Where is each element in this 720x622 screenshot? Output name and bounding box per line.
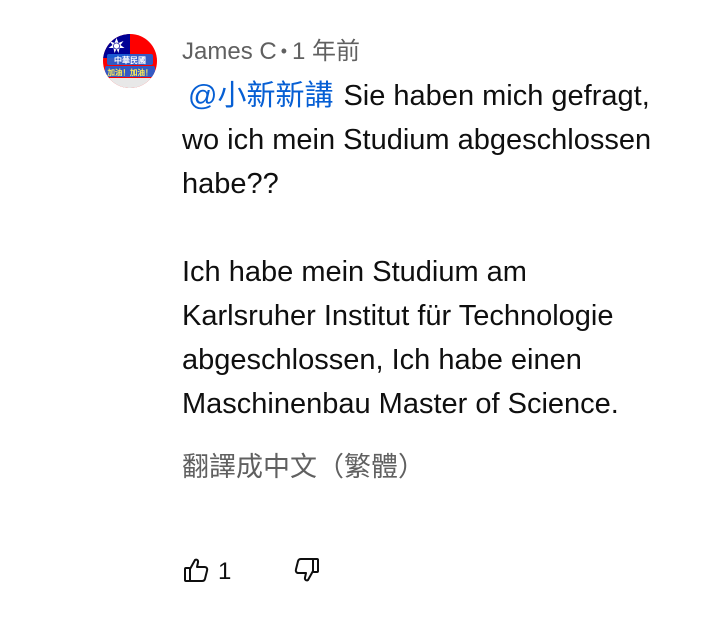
comment-line-3: habe?? xyxy=(182,168,279,200)
comment-line-7: Maschinenbau Master of Science. xyxy=(182,388,619,420)
avatar[interactable]: 中華民國 加油！加油！ xyxy=(103,34,157,88)
thumbs-down-icon xyxy=(293,556,321,589)
comment-line-2: wo ich mein Studium abgeschlossen xyxy=(182,124,652,156)
roc-flag-avatar-image: 中華民國 加油！加油！ xyxy=(103,34,157,88)
thumbs-up-icon xyxy=(182,556,210,589)
comment-line-1-text: Sie haben mich gefragt, xyxy=(343,80,650,112)
comment-line-1: @小新新講 Sie haben mich gefragt, xyxy=(182,74,712,118)
dislike-button[interactable] xyxy=(293,556,321,589)
like-count: 1 xyxy=(218,558,232,585)
avatar-text-top: 中華民國 xyxy=(114,55,146,65)
comment-line-5: Karlsruher Institut für Technologie xyxy=(182,300,614,332)
translate-button[interactable]: 翻譯成中文（繁體） xyxy=(182,449,425,485)
mention-link[interactable]: @小新新講 xyxy=(188,80,333,112)
avatar-text-bottom: 加油！加油！ xyxy=(107,67,153,77)
comment-timestamp[interactable]: 1 年前 xyxy=(292,38,360,65)
comment-actions: 1 xyxy=(182,555,321,589)
like-button[interactable]: 1 xyxy=(182,556,231,589)
comment-line-6: abgeschlossen, Ich habe einen xyxy=(182,344,582,376)
comment-thread: 中華民國 加油！加油！ James C • 1 年前 @小新新講 Sie haben … xyxy=(0,0,720,622)
comment-body: @小新新講 Sie haben mich gefragt, wo ich mein… xyxy=(182,74,712,426)
comment-line-4: Ich habe mein Studium am xyxy=(182,256,527,288)
author-name[interactable]: James C xyxy=(182,38,277,65)
byline-separator: • xyxy=(280,41,287,61)
comment-byline: James C • 1 年前 xyxy=(182,36,360,67)
